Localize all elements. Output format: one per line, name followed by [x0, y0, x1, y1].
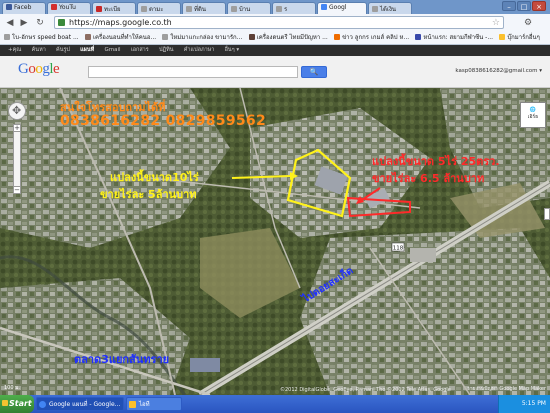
plot-5-price: ขายไร่ละ 6.5 ล้านบาท [372, 172, 485, 185]
gbar-item-more[interactable]: อื่นๆ ▾ [225, 45, 240, 56]
address-bar[interactable]: https://maps.google.co.th ☆ [54, 16, 504, 29]
google-bar: +คุณ ค้นหา ค้นรูป แผนที่ Gmail เอกสาร ปฏ… [0, 45, 550, 56]
browser-tab[interactable]: ตามะ [137, 2, 181, 14]
plot-5-size: แปลงนี้ขนาด 5ไร่ 25ตรว. [372, 155, 500, 168]
taskbar-item-chrome[interactable]: Google แผนที่ - Google... [36, 397, 124, 411]
tab-favicon-icon [6, 4, 12, 10]
gbar-item-maps[interactable]: แผนที่ [80, 45, 94, 56]
reload-icon[interactable]: ↻ [34, 17, 46, 29]
wrench-menu-icon[interactable]: ⚙ [522, 17, 534, 29]
browser-tab[interactable]: ทะเบีย [92, 2, 136, 14]
plot-10-price: ขายไร่ละ 5ล้านบาท [100, 188, 197, 201]
browser-tab[interactable]: ร [272, 2, 316, 14]
gbar-item[interactable]: ค้นหา [32, 45, 46, 56]
tab-favicon-icon [372, 6, 378, 12]
highway-shield-label: 118 [393, 246, 404, 252]
minimize-button[interactable]: – [502, 1, 516, 11]
bookmark-item[interactable]: ใหม่มาแกะกล่อง ขามารัก... [162, 32, 242, 44]
browser-tab[interactable]: ได้เงิน [368, 2, 412, 14]
map-feedback-links[interactable]: รายงานปัญหา Google Map Maker [467, 385, 546, 393]
gbar-item[interactable]: +คุณ [8, 45, 21, 56]
start-button[interactable]: Start [0, 395, 34, 413]
gbar-item[interactable]: Gmail [105, 45, 121, 56]
close-window-button[interactable]: × [532, 1, 546, 11]
taskbar: Start Google แผนที่ - Google... ไอที 5:1… [0, 395, 550, 413]
bookmark-item[interactable]: ข่าว ลูกกร เกมส์ คลิป ห... [334, 32, 409, 44]
browser-tab[interactable]: ที่ดิน [182, 2, 226, 14]
zoom-slider[interactable]: + − [13, 124, 21, 194]
tab-favicon-icon [276, 6, 282, 12]
tab-favicon-icon [231, 6, 237, 12]
bookmark-item[interactable]: หน้าแรก: สยามกีฬาซีน -... [415, 32, 493, 44]
satellite-imagery: 118 [0, 88, 550, 395]
maps-search-input[interactable] [88, 66, 298, 78]
phone-numbers: 0838616282 0829859562 [60, 113, 266, 129]
browser-tab[interactable]: Faceb [2, 2, 46, 14]
bookmark-item[interactable]: เครื่องดนตรี ไทยมีปัญหา ... [248, 32, 328, 44]
bookmark-favicon-icon [162, 34, 169, 40]
gbar-item[interactable]: คำแปลภาษา [184, 45, 215, 56]
gbar-item[interactable]: เอกสาร [131, 45, 149, 56]
gbar-item[interactable]: ค้นรูป [56, 45, 70, 56]
chrome-icon [39, 401, 46, 408]
market-label: ตลาด3แยกสันทราย [74, 353, 170, 366]
browser-tab[interactable]: YouTu [47, 2, 91, 14]
folder-icon [129, 401, 136, 408]
bookmark-favicon-icon [84, 34, 91, 40]
google-logo[interactable]: Google [18, 61, 60, 78]
pan-control[interactable] [8, 102, 26, 120]
maximize-button[interactable]: □ [517, 1, 531, 11]
bookmark-item[interactable]: โบ-อักษร speed boat ... [4, 32, 79, 44]
forward-arrow-icon[interactable]: ▶ [18, 17, 30, 29]
user-account[interactable]: kasp0838616282@gmail.com ▾ [455, 68, 542, 74]
bookmark-favicon-icon [4, 34, 10, 40]
satellite-map[interactable]: 118 + − 🌐 เอิร์ธ สนใจโทรสอบถามได้ที่ 083… [0, 88, 550, 395]
other-bookmarks[interactable]: บุ๊กมาร์กอื่นๆ [499, 32, 540, 44]
clock: 5:15 PM [521, 400, 546, 407]
taskbar-item-folder[interactable]: ไอที [126, 397, 182, 411]
plot-10-size: แปลงนี้ขนาด10ไร่ [110, 171, 199, 184]
zoom-in-button[interactable]: + [13, 124, 21, 132]
tab-favicon-icon [321, 4, 327, 10]
system-tray: 5:15 PM [498, 395, 550, 413]
map-copyright: ©2012 DigitalGlobe, GeoEye, Ramani Tho ©… [280, 387, 451, 393]
tab-favicon-icon [51, 4, 57, 10]
bookmark-favicon-icon [248, 34, 255, 40]
address-bar-url: https://maps.google.co.th [69, 18, 172, 27]
gbar-item[interactable]: ปฏิทิน [159, 45, 174, 56]
back-arrow-icon[interactable]: ◀ [4, 17, 16, 29]
map-type-toggle[interactable]: 🌐 เอิร์ธ [520, 102, 546, 128]
google-logo-letter: G [18, 61, 29, 77]
google-logo-letter: e [53, 61, 60, 77]
search-icon: 🔍 [309, 68, 319, 76]
bookmark-item[interactable]: เครื่องนอนที่ทำให้คนอ... [84, 32, 156, 44]
globe-icon: 🌐 [529, 107, 537, 113]
bookmark-favicon-icon [334, 34, 341, 40]
bookmark-star-icon[interactable]: ☆ [492, 17, 500, 29]
tab-favicon-icon [96, 6, 102, 12]
search-button[interactable]: 🔍 [301, 66, 327, 78]
bookmark-favicon-icon [415, 34, 422, 40]
folder-icon [499, 34, 506, 40]
browser-tab-active[interactable]: Googl [317, 2, 367, 14]
map-scale: 100 ม. [4, 385, 21, 391]
side-panel-toggle[interactable] [544, 208, 550, 220]
lock-icon [58, 19, 65, 26]
tab-favicon-icon [186, 6, 192, 12]
browser-tab[interactable]: บ้าน [227, 2, 271, 14]
bookmarks-bar: โบ-อักษร speed boat ... เครื่องนอนที่ทำใ… [0, 32, 550, 45]
browser-toolbar: ◀ ▶ ↻ https://maps.google.co.th ☆ ⚙ [0, 14, 550, 32]
tab-strip: Faceb YouTu ทะเบีย ตามะ ที่ดิน บ้าน ร Go… [0, 0, 550, 14]
tab-favicon-icon [141, 6, 147, 12]
zoom-out-button[interactable]: − [13, 186, 21, 194]
maps-header: Google 🔍 kasp0838616282@gmail.com ▾ [0, 56, 550, 88]
